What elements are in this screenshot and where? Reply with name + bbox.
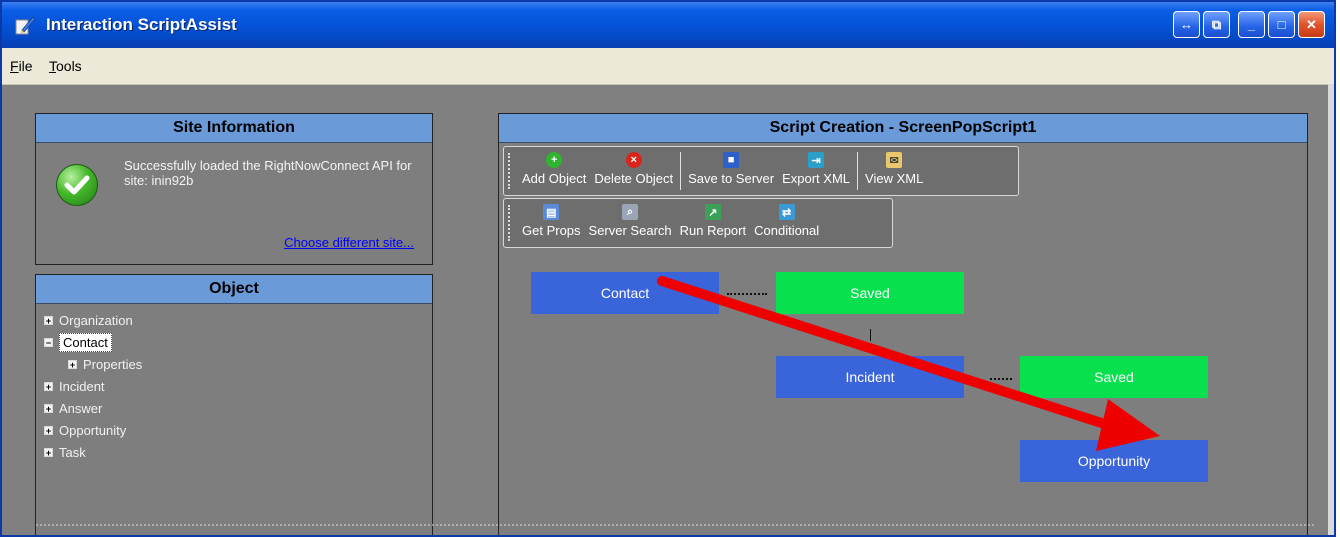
- site-information-panel: Site Information Successfully loaded the…: [35, 113, 433, 265]
- tree-item-label: Incident: [59, 378, 105, 394]
- tree-item-opportunity[interactable]: + Opportunity: [44, 419, 142, 441]
- app-window: Interaction ScriptAssist ↔ ⧉ _ □ ✕ File …: [0, 0, 1336, 537]
- site-information-header: Site Information: [36, 114, 432, 143]
- collapse-icon[interactable]: −: [44, 337, 53, 347]
- expand-icon[interactable]: +: [44, 381, 53, 391]
- restore-layout-button[interactable]: ⧉: [1203, 11, 1230, 38]
- menu-file-mnemonic: F: [10, 58, 19, 74]
- site-status-message: Successfully loaded the RightNowConnect …: [124, 158, 412, 188]
- annotation-arrow: [657, 276, 1160, 451]
- menu-tools-mnemonic: T: [49, 58, 56, 74]
- script-creation-panel: Script Creation - ScreenPopScript1 + Add…: [498, 113, 1308, 535]
- maximize-button[interactable]: □: [1268, 11, 1295, 38]
- tree-item-properties[interactable]: + Properties: [44, 353, 142, 375]
- menu-file-label: ile: [18, 58, 33, 74]
- tree-item-task[interactable]: + Task: [44, 441, 142, 463]
- expand-icon[interactable]: +: [44, 447, 53, 457]
- tree-item-incident[interactable]: + Incident: [44, 375, 142, 397]
- menu-bar: File Tools: [2, 48, 1334, 85]
- choose-different-site-link[interactable]: Choose different site...: [284, 235, 414, 250]
- object-panel: Object + Organization − Contact + Propertie…: [35, 274, 433, 535]
- success-check-icon: [56, 164, 98, 206]
- object-tree: + Organization − Contact + Properties + Inci…: [44, 309, 142, 463]
- minimize-button[interactable]: _: [1238, 11, 1265, 38]
- tree-item-contact[interactable]: − Contact: [44, 331, 142, 353]
- menu-file[interactable]: File: [10, 58, 33, 74]
- menu-tools[interactable]: Tools: [49, 58, 82, 74]
- expand-icon[interactable]: +: [44, 315, 53, 325]
- menu-tools-label: ools: [56, 58, 82, 74]
- close-button[interactable]: ✕: [1298, 11, 1325, 38]
- object-header: Object: [36, 275, 432, 304]
- tree-item-organization[interactable]: + Organization: [44, 309, 142, 331]
- title-bar[interactable]: Interaction ScriptAssist ↔ ⧉ _ □ ✕: [2, 2, 1334, 48]
- tree-item-answer[interactable]: + Answer: [44, 397, 142, 419]
- window-title: Interaction ScriptAssist: [46, 15, 237, 34]
- tree-item-label: Opportunity: [59, 422, 127, 438]
- resize-toggle-button[interactable]: ↔: [1173, 11, 1200, 38]
- tree-item-label: Answer: [59, 400, 103, 416]
- tree-item-label: Properties: [83, 356, 143, 372]
- scriptassist-app-icon: [15, 16, 36, 35]
- bottom-divider: [36, 524, 1314, 534]
- expand-icon[interactable]: +: [68, 359, 77, 369]
- expand-icon[interactable]: +: [44, 403, 53, 413]
- expand-icon[interactable]: +: [44, 425, 53, 435]
- tree-item-label: Task: [59, 444, 86, 460]
- vertical-scrollbar[interactable]: [1328, 84, 1334, 535]
- tree-item-label: Organization: [59, 312, 133, 328]
- tree-item-label: Contact: [59, 332, 112, 352]
